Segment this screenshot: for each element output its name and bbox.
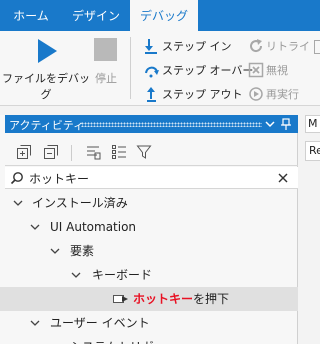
retry-label: リトライ: [266, 40, 310, 53]
tree-label-rest: を押下: [193, 292, 230, 306]
tree-node-element[interactable]: 要素: [0, 239, 298, 263]
debug-file-button[interactable]: ファイルをデバッグ: [2, 31, 90, 106]
activities-panel: アクティビティ ホットキー インストール済み UI Automation 要素 …: [0, 115, 298, 344]
step-into-icon: [145, 39, 157, 54]
tree-node-installed[interactable]: インストール済み: [0, 191, 298, 215]
debug-file-label: ファイルをデバッグ: [2, 72, 90, 101]
stop-label: 停止: [95, 72, 117, 85]
chevron-down-icon[interactable]: [49, 239, 61, 263]
chevron-down-icon[interactable]: [29, 311, 41, 335]
tree-node-system-trigger[interactable]: システムトリガー: [0, 335, 298, 344]
ribbon: ファイルをデバッグ 停止 ステップ イン ステップ オーバー ステップ アウト: [0, 31, 320, 106]
filter-icon[interactable]: [136, 144, 152, 160]
step-into-label: ステップ イン: [162, 40, 232, 53]
tree-node-press-hotkey[interactable]: ホットキーを押下: [0, 287, 298, 311]
step-over-icon: [145, 66, 159, 78]
clear-search-icon[interactable]: [277, 172, 289, 184]
toolbar-separator: [71, 145, 72, 161]
chevron-down-icon[interactable]: [70, 263, 82, 287]
panel-grip: [81, 122, 262, 127]
tree-node-user-events[interactable]: ユーザー イベント: [0, 311, 298, 335]
step-out-icon: [147, 87, 156, 102]
stop-icon: [94, 38, 117, 61]
step-over-label: ステップ オーバー: [162, 64, 254, 77]
tree-node-ui-automation[interactable]: UI Automation: [0, 215, 298, 239]
chevron-down-icon[interactable]: [49, 335, 61, 344]
ribbon-overflow-fragment: [314, 40, 320, 54]
tree-label: システムトリガー: [70, 335, 166, 344]
pin-icon[interactable]: [279, 116, 293, 132]
ribbon-tab-bar: ホーム デザイン デバッグ: [0, 0, 320, 31]
tree-label: ユーザー イベント: [50, 316, 150, 330]
ribbon-separator: [130, 37, 131, 99]
expand-all-icon[interactable]: [16, 144, 32, 160]
details-view-icon[interactable]: [111, 144, 127, 160]
restart-icon: [249, 87, 263, 101]
tree-label: ホットキーを押下: [133, 287, 229, 311]
chevron-down-icon[interactable]: [12, 191, 24, 215]
activity-search: [5, 167, 298, 189]
search-icon: [10, 172, 23, 185]
panel-toolbar: [5, 140, 298, 166]
restart-label: 再実行: [266, 88, 299, 101]
tab-design[interactable]: デザイン: [62, 0, 130, 31]
step-out-label: ステップ アウト: [162, 88, 243, 101]
stop-button[interactable]: 停止: [88, 31, 124, 106]
tree-label: キーボード: [92, 268, 153, 282]
search-input[interactable]: [29, 169, 269, 187]
tree-label: 要素: [70, 244, 95, 258]
search-match-highlight: ホットキー: [133, 292, 194, 306]
panel-title: アクティビティ: [9, 119, 85, 132]
keyboard-activity-icon: [113, 295, 128, 303]
tree-label: UI Automation: [50, 220, 137, 234]
retry-icon: [250, 39, 263, 53]
chevron-down-icon[interactable]: [29, 215, 41, 239]
play-icon: [38, 39, 57, 63]
designer-tab-fragment[interactable]: M: [305, 115, 320, 133]
tab-home[interactable]: ホーム: [0, 0, 62, 31]
designer-cell-fragment: Re: [305, 141, 320, 161]
tree-node-keyboard[interactable]: キーボード: [0, 263, 298, 287]
panel-header: アクティビティ: [5, 115, 298, 133]
list-view-icon[interactable]: [85, 144, 101, 160]
chevron-down-icon[interactable]: [263, 116, 277, 132]
tree-label: インストール済み: [32, 196, 128, 210]
ignore-icon: [248, 62, 264, 78]
collapse-all-icon[interactable]: [43, 144, 59, 160]
ignore-label: 無視: [266, 64, 288, 77]
tab-debug[interactable]: デバッグ: [130, 0, 198, 31]
